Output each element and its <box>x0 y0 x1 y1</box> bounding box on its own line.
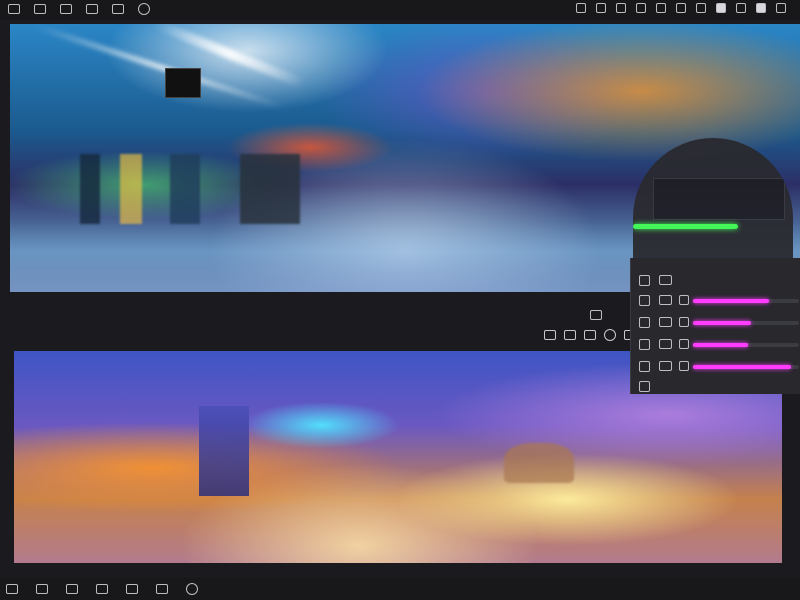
image-icon[interactable] <box>659 295 672 305</box>
lens-level-bar[interactable] <box>633 224 738 229</box>
settings-icon[interactable] <box>186 583 198 595</box>
fill-icon[interactable] <box>756 3 766 13</box>
adjust-row[interactable] <box>631 336 800 354</box>
toolbar-left-group <box>8 3 150 15</box>
grid-icon[interactable] <box>6 584 18 594</box>
share-icon[interactable] <box>676 3 686 13</box>
crop-icon[interactable] <box>576 3 586 13</box>
image-icon[interactable] <box>60 4 72 14</box>
car-shape <box>504 443 574 483</box>
slider-fill <box>693 321 752 325</box>
tower-shape <box>199 406 249 496</box>
chart-icon[interactable] <box>679 295 689 305</box>
window-icon[interactable] <box>36 584 48 594</box>
image-icon[interactable] <box>659 361 672 371</box>
chart-icon[interactable] <box>679 317 689 327</box>
frame-icon[interactable] <box>96 584 108 594</box>
top-toolbar <box>0 0 800 20</box>
shield-icon[interactable] <box>639 339 650 350</box>
toolbar-right-group <box>576 3 786 13</box>
slider-fill <box>693 365 791 369</box>
circle-icon[interactable] <box>604 329 616 341</box>
hanging-sign <box>165 68 201 98</box>
toggle-icon[interactable] <box>590 310 602 320</box>
adjust-row[interactable] <box>631 358 800 376</box>
building-blocks <box>80 154 380 224</box>
shape-icon[interactable] <box>639 317 650 328</box>
stack-icon[interactable] <box>86 4 98 14</box>
bucket-icon[interactable] <box>776 3 786 13</box>
link-icon[interactable] <box>596 3 606 13</box>
panel-icon[interactable] <box>126 584 138 594</box>
light-beam-secondary <box>35 24 285 111</box>
chart-icon[interactable] <box>679 361 689 371</box>
layers-icon[interactable] <box>8 4 20 14</box>
mid-controls <box>544 329 636 341</box>
edit-icon[interactable] <box>639 295 650 306</box>
rotate-icon[interactable] <box>639 275 650 286</box>
photo-icon[interactable] <box>112 4 124 14</box>
flag-icon[interactable] <box>716 3 726 13</box>
adjust-row[interactable] <box>631 292 800 310</box>
lens-inner-panel <box>653 178 785 220</box>
brush-icon[interactable] <box>696 3 706 13</box>
settings-icon[interactable] <box>138 3 150 15</box>
adjust-panel <box>630 258 800 394</box>
image-icon[interactable] <box>659 317 672 327</box>
slider-fill <box>693 299 770 303</box>
wand-icon[interactable] <box>736 3 746 13</box>
curve-icon[interactable] <box>659 275 672 285</box>
note-icon[interactable] <box>564 330 576 340</box>
layer-icon[interactable] <box>156 584 168 594</box>
stack-icon[interactable] <box>66 584 78 594</box>
slider-fill <box>693 343 749 347</box>
small-control[interactable] <box>590 305 602 324</box>
minus-icon[interactable] <box>639 381 650 392</box>
adjust-slider[interactable] <box>693 343 799 347</box>
statusbar-icons <box>6 583 198 595</box>
camera-icon[interactable] <box>584 330 596 340</box>
adjust-row[interactable] <box>631 272 800 290</box>
chart-icon[interactable] <box>679 339 689 349</box>
adjust-row[interactable] <box>631 378 800 396</box>
adjust-row[interactable] <box>631 314 800 332</box>
camera-icon[interactable] <box>34 4 46 14</box>
adjust-slider[interactable] <box>693 321 799 325</box>
camera-icon[interactable] <box>639 361 650 372</box>
image-icon[interactable] <box>659 339 672 349</box>
adjust-slider[interactable] <box>693 299 799 303</box>
grid-icon[interactable] <box>616 3 626 13</box>
bottom-statusbar <box>0 578 800 600</box>
preview-icon[interactable] <box>544 330 556 340</box>
pin-icon[interactable] <box>656 3 666 13</box>
adjust-slider[interactable] <box>693 365 799 369</box>
frame-icon[interactable] <box>636 3 646 13</box>
